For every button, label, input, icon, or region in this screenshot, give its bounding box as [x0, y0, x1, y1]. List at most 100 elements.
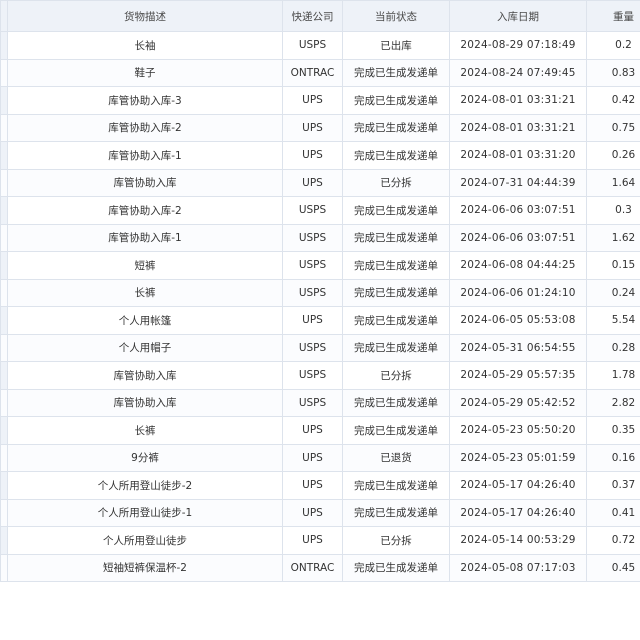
table-row[interactable]: 鞋子 ONTRAC 完成已生成发递单 2024-08-24 07:49:45 0.83: [0, 58, 640, 87]
table-row[interactable]: 短袖短裤保温杯-2 ONTRAC 完成已生成发递单 2024-05-08 07:17:…: [0, 553, 640, 582]
header-description[interactable]: 货物描述: [7, 0, 283, 32]
cell-description: 个人所用登山徒步: [7, 526, 283, 555]
cell-weight: 0.37: [586, 471, 640, 500]
cell-description: 库管协助入库-2: [7, 113, 283, 142]
table-header: 货物描述 快递公司 当前状态 入库日期 重量: [0, 0, 640, 32]
table-row[interactable]: 库管协助入库-1 UPS 完成已生成发递单 2024-08-01 03:31:20 0.…: [0, 141, 640, 170]
row-stub: [0, 361, 8, 390]
cell-carrier: USPS: [282, 251, 343, 280]
cell-status: 完成已生成发递单: [342, 306, 450, 335]
cell-weight: 0.26: [586, 141, 640, 170]
cell-description: 库管协助入库: [7, 361, 283, 390]
cell-status: 完成已生成发递单: [342, 278, 450, 307]
table-row[interactable]: 个人所用登山徒步-1 UPS 完成已生成发递单 2024-05-17 04:26:40…: [0, 498, 640, 527]
cell-status: 完成已生成发递单: [342, 416, 450, 445]
header-date[interactable]: 入库日期: [449, 0, 587, 32]
cell-description: 库管协助入库: [7, 388, 283, 417]
cell-description: 个人用帽子: [7, 333, 283, 362]
cell-date: 2024-05-08 07:17:03: [449, 553, 587, 582]
cell-carrier: UPS: [282, 416, 343, 445]
row-stub: [0, 278, 8, 307]
cell-status: 完成已生成发递单: [342, 113, 450, 142]
table-row[interactable]: 个人用帽子 USPS 完成已生成发递单 2024-05-31 06:54:55 0.28: [0, 333, 640, 362]
cell-date: 2024-08-01 03:31:21: [449, 86, 587, 115]
cell-description: 短裤: [7, 251, 283, 280]
table-row[interactable]: 9分裤 UPS 已退货 2024-05-23 05:01:59 0.16: [0, 443, 640, 472]
row-stub: [0, 388, 8, 417]
table-row[interactable]: 个人所用登山徒步-2 UPS 完成已生成发递单 2024-05-17 04:26:40…: [0, 471, 640, 500]
cell-status: 已分拆: [342, 526, 450, 555]
table-row[interactable]: 个人所用登山徒步 UPS 已分拆 2024-05-14 00:53:29 0.72: [0, 526, 640, 555]
cell-description: 个人用帐篷: [7, 306, 283, 335]
cell-description: 个人所用登山徒步-2: [7, 471, 283, 500]
cell-status: 已分拆: [342, 168, 450, 197]
row-stub: [0, 526, 8, 555]
header-carrier[interactable]: 快递公司: [282, 0, 343, 32]
cell-weight: 1.78: [586, 361, 640, 390]
cell-date: 2024-05-23 05:50:20: [449, 416, 587, 445]
cell-description: 库管协助入库-3: [7, 86, 283, 115]
cell-carrier: ONTRAC: [282, 58, 343, 87]
cell-description: 短袖短裤保温杯-2: [7, 553, 283, 582]
table-row[interactable]: 库管协助入库-2 UPS 完成已生成发递单 2024-08-01 03:31:21 0.…: [0, 113, 640, 142]
cell-status: 完成已生成发递单: [342, 553, 450, 582]
table-row[interactable]: 短裤 USPS 完成已生成发递单 2024-06-08 04:44:25 0.15: [0, 251, 640, 280]
cell-status: 已出库: [342, 31, 450, 60]
cell-carrier: USPS: [282, 361, 343, 390]
cell-status: 完成已生成发递单: [342, 196, 450, 225]
inventory-table: 货物描述 快递公司 当前状态 入库日期 重量 长袖 USPS 已出库 2024-08-…: [0, 0, 640, 582]
cell-status: 完成已生成发递单: [342, 86, 450, 115]
cell-carrier: UPS: [282, 471, 343, 500]
inventory-table-container: 货物描述 快递公司 当前状态 入库日期 重量 长袖 USPS 已出库 2024-08-…: [0, 0, 640, 640]
cell-description: 长裤: [7, 416, 283, 445]
row-stub: [0, 86, 8, 115]
table-row[interactable]: 库管协助入库-3 UPS 完成已生成发递单 2024-08-01 03:31:21 0.…: [0, 86, 640, 115]
cell-status: 完成已生成发递单: [342, 251, 450, 280]
row-stub: [0, 306, 8, 335]
cell-carrier: USPS: [282, 388, 343, 417]
table-row[interactable]: 库管协助入库-1 USPS 完成已生成发递单 2024-06-06 03:07:51 1…: [0, 223, 640, 252]
row-stub: [0, 251, 8, 280]
cell-weight: 0.42: [586, 86, 640, 115]
table-row[interactable]: 长袖 USPS 已出库 2024-08-29 07:18:49 0.2: [0, 31, 640, 60]
header-row: 货物描述 快递公司 当前状态 入库日期 重量: [0, 0, 640, 32]
table-row[interactable]: 库管协助入库-2 USPS 完成已生成发递单 2024-06-06 03:07:51 0…: [0, 196, 640, 225]
row-stub: [0, 416, 8, 445]
cell-weight: 0.83: [586, 58, 640, 87]
cell-date: 2024-08-29 07:18:49: [449, 31, 587, 60]
row-stub: [0, 31, 8, 60]
cell-carrier: UPS: [282, 526, 343, 555]
cell-description: 库管协助入库-1: [7, 141, 283, 170]
cell-date: 2024-06-05 05:53:08: [449, 306, 587, 335]
table-body: 长袖 USPS 已出库 2024-08-29 07:18:49 0.2 鞋子 ONTRAC 完…: [0, 31, 640, 582]
cell-date: 2024-08-01 03:31:20: [449, 141, 587, 170]
header-status[interactable]: 当前状态: [342, 0, 450, 32]
cell-weight: 0.24: [586, 278, 640, 307]
table-row[interactable]: 长裤 UPS 完成已生成发递单 2024-05-23 05:50:20 0.35: [0, 416, 640, 445]
cell-carrier: USPS: [282, 333, 343, 362]
header-weight[interactable]: 重量: [586, 0, 640, 32]
row-stub: [0, 168, 8, 197]
cell-date: 2024-05-17 04:26:40: [449, 498, 587, 527]
table-row[interactable]: 长裤 USPS 完成已生成发递单 2024-06-06 01:24:10 0.24: [0, 278, 640, 307]
cell-description: 库管协助入库-2: [7, 196, 283, 225]
cell-date: 2024-05-14 00:53:29: [449, 526, 587, 555]
cell-status: 完成已生成发递单: [342, 141, 450, 170]
cell-carrier: UPS: [282, 443, 343, 472]
table-row[interactable]: 库管协助入库 UPS 已分拆 2024-07-31 04:44:39 1.64: [0, 168, 640, 197]
table-row[interactable]: 个人用帐篷 UPS 完成已生成发递单 2024-06-05 05:53:08 5.54: [0, 306, 640, 335]
table-row[interactable]: 库管协助入库 USPS 已分拆 2024-05-29 05:57:35 1.78: [0, 361, 640, 390]
cell-carrier: UPS: [282, 168, 343, 197]
table-row[interactable]: 库管协助入库 USPS 完成已生成发递单 2024-05-29 05:42:52 2.8…: [0, 388, 640, 417]
cell-description: 库管协助入库: [7, 168, 283, 197]
cell-carrier: UPS: [282, 141, 343, 170]
cell-date: 2024-05-29 05:42:52: [449, 388, 587, 417]
cell-status: 完成已生成发递单: [342, 388, 450, 417]
cell-carrier: USPS: [282, 278, 343, 307]
row-stub: [0, 443, 8, 472]
cell-carrier: USPS: [282, 31, 343, 60]
cell-weight: 0.72: [586, 526, 640, 555]
row-stub: [0, 498, 8, 527]
row-stub: [0, 223, 8, 252]
cell-status: 完成已生成发递单: [342, 333, 450, 362]
